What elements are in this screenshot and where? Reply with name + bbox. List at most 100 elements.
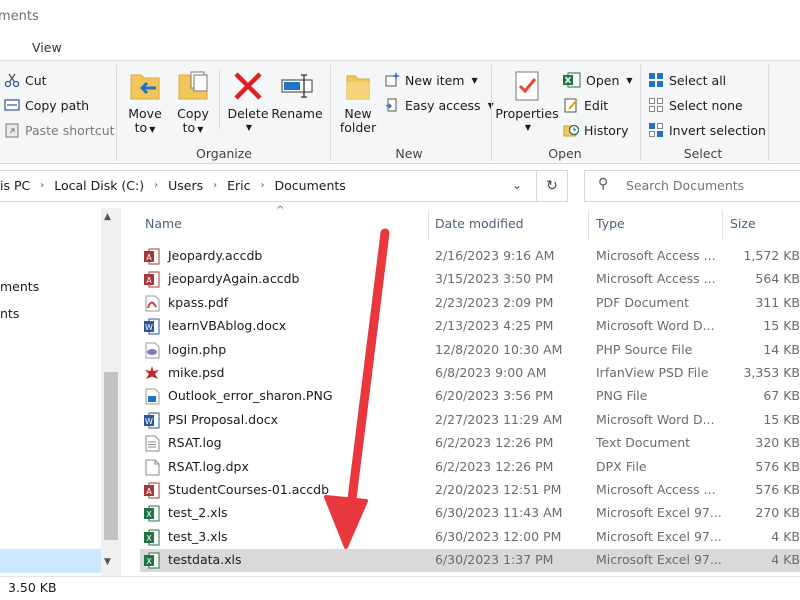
rename-button[interactable]: Rename (271, 69, 323, 121)
edit-label: Edit (584, 97, 609, 113)
file-row[interactable]: AjeopardyAgain.accdb 3/15/2023 3:50 PM Mic… (140, 268, 800, 291)
file-row[interactable]: kpass.pdf 2/23/2023 2:09 PM PDF Document 31… (140, 292, 800, 315)
paste-shortcut-button[interactable]: Paste shortcut (4, 119, 115, 141)
copy-to-label-2: to ▼ (182, 120, 204, 135)
rename-icon (281, 74, 313, 98)
cut-label: Cut (25, 72, 47, 88)
crumb-this-pc[interactable]: is PC (0, 178, 30, 193)
svg-text:X: X (146, 534, 152, 543)
file-type: PDF Document (596, 294, 690, 310)
move-to-button[interactable]: Move to ▼ (124, 69, 166, 137)
chevron-right-icon[interactable]: › (213, 180, 217, 191)
edit-button[interactable]: Edit (563, 94, 633, 116)
file-row[interactable]: Xtest_3.xls 6/30/2023 12:00 PM Microsoft E… (140, 526, 800, 549)
copy-to-button[interactable]: Copy to ▼ (172, 69, 214, 137)
text-file-icon (145, 435, 160, 452)
select-all-button[interactable]: Select all (648, 69, 766, 91)
new-folder-button[interactable]: New folder (336, 69, 380, 135)
open-button[interactable]: Open ▼ (563, 69, 633, 91)
chevron-right-icon[interactable]: › (154, 180, 158, 191)
nav-item-2[interactable]: nts (0, 306, 19, 321)
search-input[interactable] (626, 178, 796, 193)
address-history-chevron-icon[interactable]: ⌄ (512, 178, 522, 192)
svg-text:A: A (146, 276, 152, 285)
cut-button[interactable]: Cut (4, 69, 115, 91)
status-bar (0, 576, 800, 600)
file-size: 4 KB (771, 528, 800, 544)
file-name: test_3.xls (168, 528, 228, 544)
chevron-right-icon[interactable]: › (40, 180, 44, 191)
column-header-size[interactable]: Size (730, 216, 756, 231)
properties-button[interactable]: Properties ▼ (495, 69, 559, 135)
crumb-eric[interactable]: Eric (227, 178, 250, 193)
file-date-modified: 6/2/2023 12:26 PM (435, 435, 554, 451)
file-date-modified: 6/30/2023 11:43 AM (435, 505, 563, 521)
file-row[interactable]: A StudentCourses-01.accdb 2/20/2023 12:51 … (140, 479, 800, 502)
invert-selection-icon (649, 123, 663, 137)
delete-x-icon (234, 72, 262, 100)
crumb-local-disk[interactable]: Local Disk (C:) (54, 178, 144, 193)
nav-selected-item[interactable] (0, 549, 101, 573)
scroll-down-arrow-icon[interactable]: ▼ (104, 557, 111, 567)
rename-label: Rename (271, 106, 323, 121)
file-type: Microsoft Access ... (596, 482, 716, 497)
file-size: 3,353 KB (743, 365, 800, 380)
title-bar (0, 0, 800, 34)
window-title: ments (0, 9, 39, 24)
nav-scrollbar-thumb[interactable] (104, 372, 118, 540)
tab-view[interactable]: View (32, 40, 62, 55)
move-to-icon (130, 74, 160, 100)
file-name: mike.psd (168, 365, 225, 380)
column-divider[interactable] (722, 210, 723, 240)
file-row[interactable]: W PSI Proposal.docx 2/27/2023 11:29 AM Micr… (140, 409, 800, 432)
file-date-modified: 2/16/2023 9:16 AM (435, 248, 555, 263)
file-type: Microsoft Access ... (596, 248, 716, 263)
file-row[interactable]: Outlook_error_sharon.PNG 6/20/2023 3:56 P… (140, 385, 800, 408)
refresh-button[interactable]: ↻ (536, 171, 567, 201)
history-icon (563, 124, 579, 137)
column-header-date[interactable]: Date modified (435, 216, 524, 231)
delete-button[interactable]: Delete ▼ (226, 69, 270, 135)
paste-shortcut-icon (5, 123, 19, 138)
file-row[interactable]: RSAT.log.dpx 6/2/2023 12:26 PM DPX File 576… (140, 456, 800, 479)
crumb-documents[interactable]: Documents (275, 178, 346, 193)
new-group-label: New (395, 146, 423, 161)
easy-access-button[interactable]: Easy access▼ (384, 94, 494, 116)
file-row[interactable]: A Jeopardy.accdb 2/16/2023 9:16 AM Microsof… (140, 245, 800, 268)
scroll-up-arrow-icon[interactable]: ▲ (104, 212, 111, 222)
file-size: 4 KB (771, 552, 800, 568)
copy-path-button[interactable]: Copy path (4, 94, 115, 116)
new-folder-label-2: folder (339, 120, 377, 135)
select-all-icon (649, 73, 663, 87)
column-divider[interactable] (428, 210, 429, 240)
file-type: Microsoft Excel 97... (596, 505, 722, 521)
invert-selection-button[interactable]: Invert selection (648, 119, 766, 141)
file-row[interactable]: mike.psd 6/8/2023 9:00 AM IrfanView PSD Fi… (140, 362, 800, 385)
column-header-type[interactable]: Type (596, 216, 625, 231)
file-size: 67 KB (763, 388, 800, 404)
file-row[interactable]: Xtest_2.xls 6/30/2023 11:43 AM Microsoft E… (140, 502, 800, 525)
file-row[interactable]: Xtestdata.xls 6/30/2023 1:37 PM Microsoft … (140, 549, 800, 573)
excel-open-icon (563, 72, 581, 88)
file-row[interactable]: WlearnVBAblog.docx 2/13/2023 4:25 PM Micro… (140, 315, 800, 338)
annotation-arrow-shaft (345, 228, 390, 520)
ribbon-separator (491, 65, 492, 161)
select-none-button[interactable]: Select none (648, 94, 766, 116)
new-item-button[interactable]: New item ▼ (384, 69, 494, 91)
file-name: RSAT.log (168, 435, 222, 451)
nav-item-documents[interactable]: ments (0, 279, 39, 294)
select-all-label: Select all (669, 72, 727, 88)
file-date-modified: 2/13/2023 4:25 PM (435, 318, 554, 334)
file-row[interactable]: login.php 12/8/2020 10:30 AM PHP Source Fi… (140, 339, 800, 362)
file-size: 270 KB (755, 505, 800, 521)
file-name: jeopardyAgain.accdb (168, 271, 300, 287)
file-type: Microsoft Excel 97... (596, 528, 722, 544)
column-header-name[interactable]: Name (145, 216, 182, 231)
column-divider[interactable] (588, 210, 589, 240)
file-row[interactable]: RSAT.log 6/2/2023 12:26 PM Text Document 32… (140, 432, 800, 455)
history-button[interactable]: History (563, 119, 633, 141)
chevron-right-icon[interactable]: › (261, 180, 265, 191)
file-name: test_2.xls (168, 505, 228, 521)
svg-text:X: X (146, 510, 152, 519)
crumb-users[interactable]: Users (168, 178, 203, 193)
